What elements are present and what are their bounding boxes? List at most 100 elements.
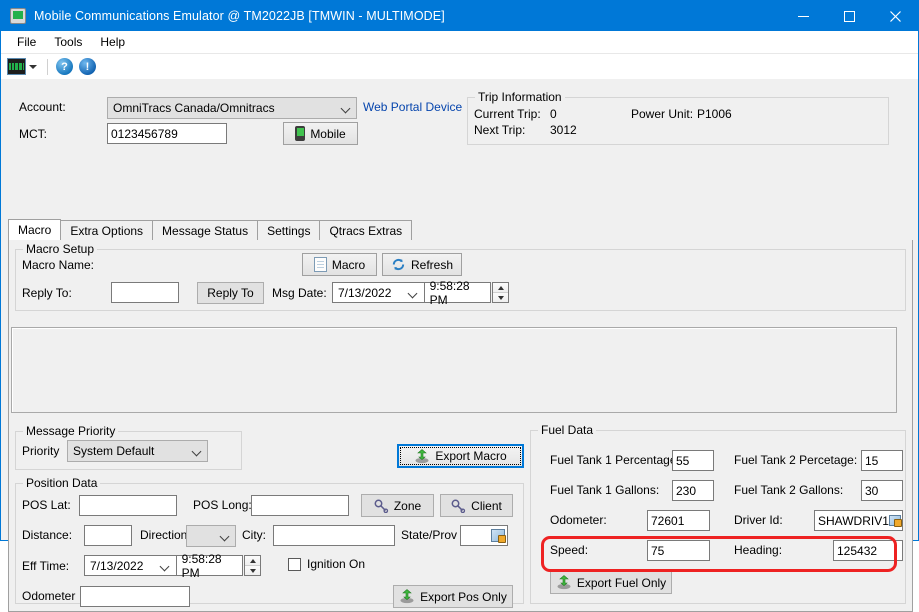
export-icon bbox=[399, 589, 415, 604]
export-pos-only-button[interactable]: Export Pos Only bbox=[393, 585, 513, 608]
refresh-button[interactable]: Refresh bbox=[382, 253, 462, 276]
fuel-tank1-pct-input[interactable] bbox=[672, 450, 714, 471]
export-macro-button[interactable]: Export Macro bbox=[397, 444, 524, 468]
reply-to-input[interactable] bbox=[111, 282, 179, 303]
next-trip-value: 3012 bbox=[550, 123, 577, 137]
distance-input[interactable] bbox=[84, 525, 132, 546]
fuel-tank1-gal-input[interactable] bbox=[672, 480, 714, 501]
fuel-data-title: Fuel Data bbox=[538, 423, 597, 437]
heading-label: Heading: bbox=[734, 543, 783, 557]
menu-item-file[interactable]: File bbox=[8, 33, 45, 51]
city-label: City: bbox=[242, 528, 266, 542]
maximize-button[interactable] bbox=[826, 1, 872, 31]
chevron-down-icon[interactable] bbox=[160, 560, 172, 572]
tab-page-macro: Macro Setup Macro Name: Macro Refresh Re… bbox=[8, 240, 913, 612]
power-unit-value: P1006 bbox=[697, 107, 732, 121]
key-icon bbox=[451, 499, 466, 513]
client-button-label: Client bbox=[471, 498, 502, 513]
fuel-odometer-input[interactable] bbox=[647, 510, 710, 531]
chevron-down-icon[interactable] bbox=[408, 287, 420, 299]
tab-extra-options[interactable]: Extra Options bbox=[60, 220, 154, 240]
heading-input[interactable] bbox=[833, 540, 903, 561]
speed-label: Speed: bbox=[550, 543, 589, 557]
next-trip-label: Next Trip: bbox=[474, 123, 526, 137]
stepper-down[interactable] bbox=[493, 293, 508, 302]
trip-information-title: Trip Information bbox=[475, 90, 565, 104]
eff-time-label: Eff Time: bbox=[22, 559, 70, 573]
web-portal-device-link[interactable]: Web Portal Device bbox=[363, 100, 462, 114]
app-window: Mobile Communications Emulator @ TM2022J… bbox=[0, 0, 919, 612]
device-selector[interactable] bbox=[7, 58, 41, 75]
fuel-tank2-pct-label: Fuel Tank 2 Percetage: bbox=[734, 453, 858, 467]
tab-message-status[interactable]: Message Status bbox=[152, 220, 259, 240]
state-prov-input[interactable] bbox=[460, 525, 508, 546]
stepper-up[interactable] bbox=[245, 556, 260, 566]
driver-id-label: Driver Id: bbox=[734, 513, 783, 527]
msg-date-value: 7/13/2022 bbox=[338, 285, 392, 300]
direction-dropdown[interactable] bbox=[186, 525, 236, 547]
eff-time-stepper[interactable] bbox=[244, 555, 261, 576]
tab-strip: Macro Extra Options Message Status Setti… bbox=[8, 219, 913, 241]
direction-label: Direction bbox=[140, 528, 188, 542]
chevron-down-icon bbox=[341, 102, 353, 114]
lookup-icon[interactable] bbox=[888, 515, 902, 527]
tab-macro[interactable]: Macro bbox=[8, 219, 62, 240]
chevron-down-icon bbox=[192, 445, 204, 457]
stepper-down[interactable] bbox=[245, 566, 260, 575]
fuel-odometer-label: Odometer: bbox=[550, 513, 607, 527]
macro-button[interactable]: Macro bbox=[302, 253, 377, 276]
chevron-down-icon[interactable] bbox=[29, 64, 37, 69]
ignition-on-label: Ignition On bbox=[307, 557, 366, 571]
driver-id-input[interactable]: SHAWDRIV1 bbox=[814, 510, 903, 531]
export-fuel-only-button[interactable]: Export Fuel Only bbox=[550, 571, 672, 594]
fuel-data-group: Fuel Data Fuel Tank 1 Percentage: Fuel T… bbox=[530, 423, 906, 604]
state-prov-label: State/Prov bbox=[401, 528, 458, 542]
tab-qtracs-extras[interactable]: Qtracs Extras bbox=[319, 220, 413, 240]
pos-lat-input[interactable] bbox=[79, 495, 177, 516]
distance-label: Distance: bbox=[22, 528, 73, 542]
current-trip-label: Current Trip: bbox=[474, 107, 541, 121]
account-dropdown[interactable]: OmniTracs Canada/Omnitracs bbox=[107, 97, 357, 119]
priority-label: Priority bbox=[22, 444, 60, 458]
mobile-button-label: Mobile bbox=[310, 126, 346, 141]
lookup-icon[interactable] bbox=[491, 529, 506, 543]
message-preview-panel[interactable] bbox=[11, 327, 897, 413]
client-area: Account: OmniTracs Canada/Omnitracs Web … bbox=[1, 79, 918, 612]
help-icon[interactable]: ? bbox=[56, 58, 73, 75]
zone-button-label: Zone bbox=[393, 498, 422, 513]
mobile-device-icon bbox=[10, 8, 26, 24]
fuel-tank2-gal-input[interactable] bbox=[861, 480, 903, 501]
menu-bar: File Tools Help bbox=[1, 31, 918, 53]
odometer-input[interactable] bbox=[80, 586, 190, 607]
priority-dropdown[interactable]: System Default bbox=[67, 440, 208, 462]
fuel-tank2-pct-input[interactable] bbox=[861, 450, 903, 471]
minimize-button[interactable] bbox=[780, 1, 826, 31]
tab-settings[interactable]: Settings bbox=[257, 220, 321, 240]
eff-time-picker[interactable]: 7/13/2022 9:58:28 PM bbox=[84, 552, 243, 580]
city-input[interactable] bbox=[273, 525, 395, 546]
reply-to-label: Reply To: bbox=[22, 286, 72, 300]
mct-input[interactable] bbox=[107, 123, 227, 144]
macro-setup-group: Macro Setup Macro Name: Macro Refresh Re… bbox=[15, 242, 906, 311]
speed-input[interactable] bbox=[647, 540, 710, 561]
menu-item-tools[interactable]: Tools bbox=[45, 33, 91, 51]
checkbox-box[interactable] bbox=[288, 557, 301, 571]
info-icon[interactable]: ! bbox=[79, 58, 96, 75]
msg-time-stepper[interactable] bbox=[492, 282, 509, 303]
message-priority-title: Message Priority bbox=[23, 424, 119, 438]
msg-date-label: Msg Date: bbox=[272, 286, 327, 300]
msg-date-picker[interactable]: 7/13/2022 9:58:28 PM bbox=[332, 279, 491, 307]
zone-button[interactable]: Zone bbox=[361, 494, 434, 517]
close-button[interactable] bbox=[872, 1, 918, 31]
current-trip-value: 0 bbox=[550, 107, 557, 121]
pos-long-input[interactable] bbox=[251, 495, 349, 516]
ignition-on-checkbox[interactable]: Ignition On bbox=[288, 557, 365, 571]
reply-to-button[interactable]: Reply To bbox=[197, 282, 264, 304]
client-button[interactable]: Client bbox=[440, 494, 513, 517]
fuel-tank1-pct-label: Fuel Tank 1 Percentage: bbox=[550, 453, 680, 467]
mobile-button[interactable]: Mobile bbox=[283, 122, 358, 145]
menu-item-help[interactable]: Help bbox=[91, 33, 134, 51]
stepper-up[interactable] bbox=[493, 283, 508, 293]
export-pos-only-label: Export Pos Only bbox=[420, 589, 507, 604]
message-priority-group: Message Priority Priority System Default bbox=[15, 424, 242, 470]
